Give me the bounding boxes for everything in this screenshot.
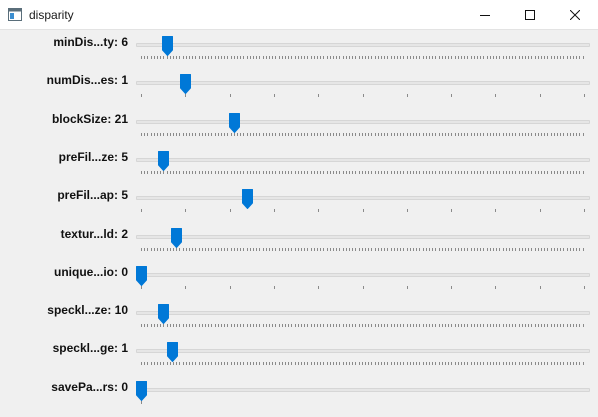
- trackbar-track[interactable]: [136, 272, 590, 277]
- trackbar-track[interactable]: [136, 387, 590, 392]
- trackbar-thumb[interactable]: [228, 112, 240, 133]
- trackbar-row: preFil...ze: 5: [0, 147, 598, 185]
- app-window-icon: [8, 8, 22, 21]
- trackbar-label: minDis...ty: 6: [53, 35, 128, 49]
- trackbar-row: numDis...es: 1: [0, 70, 598, 108]
- trackbar-label: unique...io: 0: [54, 264, 128, 279]
- tick-marks: [141, 56, 584, 59]
- trackbar-row: speckl...ze: 10: [0, 300, 598, 338]
- trackbar-thumb[interactable]: [170, 227, 182, 248]
- trackbar-track[interactable]: [136, 311, 590, 316]
- trackbar-thumb[interactable]: [135, 380, 147, 401]
- trackbar-label: preFil...ap: 5: [57, 188, 128, 203]
- trackbar-panel: minDis...ty: 6 numDis...es: 1 blockSize: 2…: [0, 30, 598, 417]
- app-window: disparity minDis...ty: 6 numDis...es: 1 bl…: [0, 0, 598, 417]
- trackbar-thumb[interactable]: [157, 304, 169, 325]
- trackbar-thumb[interactable]: [241, 189, 253, 210]
- tick-marks: [141, 132, 584, 136]
- maximize-icon: [525, 9, 535, 20]
- trackbar-label: preFil...ze: 5: [58, 149, 128, 164]
- trackbar-thumb[interactable]: [166, 342, 178, 363]
- window-title: disparity: [29, 8, 74, 22]
- tick-marks: [141, 209, 585, 213]
- title-bar[interactable]: disparity: [0, 0, 598, 30]
- trackbar-row: unique...io: 0: [0, 262, 598, 300]
- tick-marks: [141, 247, 584, 251]
- tick-marks: [141, 170, 584, 174]
- tick-marks: [141, 362, 584, 366]
- trackbar-row: textur...ld: 2: [0, 224, 598, 262]
- trackbar-row: minDis...ty: 6: [0, 32, 598, 70]
- tick-marks: [141, 400, 142, 404]
- trackbar-track[interactable]: [136, 196, 590, 201]
- trackbar-label: speckl...ze: 10: [47, 303, 128, 318]
- trackbar-track[interactable]: [136, 234, 590, 239]
- maximize-button[interactable]: [507, 0, 553, 29]
- close-icon: [570, 9, 580, 20]
- trackbar-track[interactable]: [136, 81, 590, 86]
- trackbar-track[interactable]: [136, 119, 590, 124]
- close-button[interactable]: [552, 0, 598, 29]
- trackbar-thumb[interactable]: [179, 74, 191, 95]
- trackbar-label: speckl...ge: 1: [52, 341, 128, 356]
- tick-marks: [141, 324, 584, 328]
- trackbar-track[interactable]: [136, 349, 590, 354]
- trackbar-track[interactable]: [136, 43, 590, 47]
- tick-marks: [141, 94, 585, 98]
- tick-marks: [141, 285, 585, 289]
- trackbar-thumb[interactable]: [135, 265, 147, 286]
- trackbar-label: savePa...rs: 0: [51, 379, 128, 394]
- trackbar-thumb[interactable]: [162, 36, 174, 56]
- minimize-icon: [480, 10, 490, 20]
- trackbar-row: preFil...ap: 5: [0, 185, 598, 223]
- trackbar-thumb[interactable]: [157, 150, 169, 171]
- minimize-button[interactable]: [462, 0, 508, 29]
- trackbar-label: blockSize: 21: [51, 111, 128, 126]
- trackbar-row: blockSize: 21: [0, 109, 598, 147]
- trackbar-row: speckl...ge: 1: [0, 338, 598, 376]
- trackbar-label: textur...ld: 2: [60, 226, 128, 241]
- trackbar-track[interactable]: [136, 157, 590, 162]
- trackbar-label: numDis...es: 1: [46, 73, 128, 88]
- trackbar-row: savePa...rs: 0: [0, 377, 598, 415]
